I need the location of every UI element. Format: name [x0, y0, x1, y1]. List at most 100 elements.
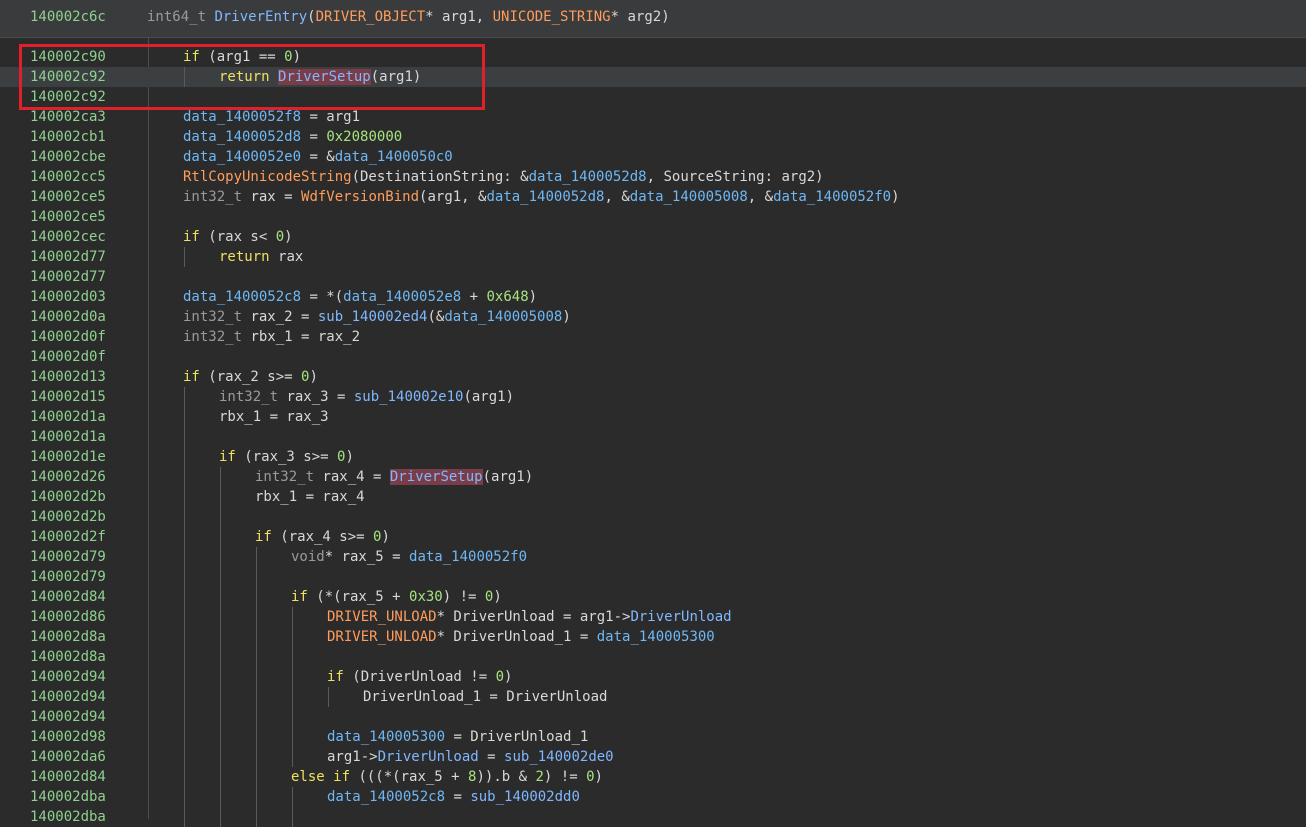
- line-address[interactable]: 140002cc5: [30, 167, 106, 187]
- code-token[interactable]: DriverSetup: [278, 69, 371, 85]
- line-address[interactable]: 140002d84: [30, 587, 106, 607]
- code-line[interactable]: 140002d2b: [0, 507, 1306, 527]
- code-line[interactable]: 140002d2f if (rax_4 s>= 0): [0, 527, 1306, 547]
- code-line[interactable]: 140002cc5 RtlCopyUnicodeString(Destinatio…: [0, 167, 1306, 187]
- code-line[interactable]: 140002d2b rbx_1 = rax_4: [0, 487, 1306, 507]
- code-token[interactable]: sub_140002ed4: [318, 309, 428, 325]
- line-address[interactable]: 140002ce5: [30, 187, 106, 207]
- code-line[interactable]: 140002c90 if (arg1 == 0): [0, 47, 1306, 67]
- line-address[interactable]: 140002cbe: [30, 147, 106, 167]
- code-token[interactable]: data_1400052e8: [343, 289, 461, 305]
- line-address[interactable]: 140002d94: [30, 667, 106, 687]
- line-address[interactable]: 140002d0f: [30, 347, 106, 367]
- code-token[interactable]: RtlCopyUnicodeString: [183, 169, 352, 185]
- code-token[interactable]: DRIVER_UNLOAD: [327, 609, 437, 625]
- code-line[interactable]: 140002c92 return DriverSetup(arg1): [0, 67, 1306, 87]
- code-token[interactable]: data_1400052d8: [529, 169, 647, 185]
- code-token[interactable]: data_1400052f0: [409, 549, 527, 565]
- signature-token[interactable]: DriverEntry: [214, 9, 307, 25]
- code-line[interactable]: 140002da6 arg1->DriverUnload = sub_140002…: [0, 747, 1306, 767]
- line-address[interactable]: 140002d98: [30, 727, 106, 747]
- code-token[interactable]: sub_140002dd0: [470, 789, 580, 805]
- line-address[interactable]: 140002d86: [30, 607, 106, 627]
- code-line[interactable]: 140002d1e if (rax_3 s>= 0): [0, 447, 1306, 467]
- code-line[interactable]: 140002d03 data_1400052c8 = *(data_1400052…: [0, 287, 1306, 307]
- code-line[interactable]: 140002d1a: [0, 427, 1306, 447]
- line-address[interactable]: 140002d0f: [30, 327, 106, 347]
- line-address[interactable]: 140002d03: [30, 287, 106, 307]
- line-address[interactable]: 140002dba: [30, 807, 106, 827]
- signature-token[interactable]: DRIVER_OBJECT: [316, 9, 426, 25]
- code-line[interactable]: 140002d77: [0, 267, 1306, 287]
- code-line[interactable]: 140002d77 return rax: [0, 247, 1306, 267]
- code-line[interactable]: 140002d0a int32_t rax_2 = sub_140002ed4(&…: [0, 307, 1306, 327]
- line-address[interactable]: 140002c92: [30, 87, 106, 107]
- code-line[interactable]: 140002d0f int32_t rbx_1 = rax_2: [0, 327, 1306, 347]
- code-line[interactable]: 140002d0f: [0, 347, 1306, 367]
- line-address[interactable]: 140002cec: [30, 227, 106, 247]
- code-line[interactable]: 140002cec if (rax s< 0): [0, 227, 1306, 247]
- line-address[interactable]: 140002d1a: [30, 427, 106, 447]
- code-line[interactable]: 140002d79 void* rax_5 = data_1400052f0: [0, 547, 1306, 567]
- line-address[interactable]: 140002da6: [30, 747, 106, 767]
- code-token[interactable]: data_1400052c8: [183, 289, 301, 305]
- code-line[interactable]: 140002ca3 data_1400052f8 = arg1: [0, 107, 1306, 127]
- code-token[interactable]: data_1400052d8: [183, 129, 301, 145]
- code-token[interactable]: data_1400050c0: [335, 149, 453, 165]
- code-line[interactable]: 140002ce5: [0, 207, 1306, 227]
- line-address[interactable]: 140002d26: [30, 467, 106, 487]
- line-address[interactable]: 140002d8a: [30, 647, 106, 667]
- header-address[interactable]: 140002c6c: [30, 9, 106, 25]
- code-line[interactable]: 140002d94: [0, 707, 1306, 727]
- code-line[interactable]: 140002d8a: [0, 647, 1306, 667]
- code-line[interactable]: 140002d84 if (*(rax_5 + 0x30) != 0): [0, 587, 1306, 607]
- code-line[interactable]: 140002c92: [0, 87, 1306, 107]
- line-address[interactable]: 140002d15: [30, 387, 106, 407]
- line-address[interactable]: 140002d84: [30, 767, 106, 787]
- function-signature[interactable]: int64_t DriverEntry(DRIVER_OBJECT* arg1,…: [147, 9, 670, 25]
- code-line[interactable]: 140002d1a rbx_1 = rax_3: [0, 407, 1306, 427]
- line-address[interactable]: 140002ce5: [30, 207, 106, 227]
- code-line[interactable]: 140002d98 data_140005300 = DriverUnload_1: [0, 727, 1306, 747]
- line-address[interactable]: 140002dba: [30, 787, 106, 807]
- code-line[interactable]: 140002d15 int32_t rax_3 = sub_140002e10(a…: [0, 387, 1306, 407]
- code-line[interactable]: 140002dba: [0, 807, 1306, 827]
- line-address[interactable]: 140002d1a: [30, 407, 106, 427]
- line-address[interactable]: 140002d1e: [30, 447, 106, 467]
- line-address[interactable]: 140002cb1: [30, 127, 106, 147]
- line-address[interactable]: 140002ca3: [30, 107, 106, 127]
- line-address[interactable]: 140002d2b: [30, 507, 106, 527]
- code-token[interactable]: data_140005300: [597, 629, 715, 645]
- code-line[interactable]: 140002d86 DRIVER_UNLOAD* DriverUnload = a…: [0, 607, 1306, 627]
- code-line[interactable]: 140002ce5 int32_t rax = WdfVersionBind(ar…: [0, 187, 1306, 207]
- decompiled-code-view[interactable]: 140002c90 if (arg1 == 0) 140002c92 return D…: [0, 47, 1306, 827]
- code-line[interactable]: 140002d26 int32_t rax_4 = DriverSetup(arg…: [0, 467, 1306, 487]
- code-token[interactable]: sub_140002de0: [504, 749, 614, 765]
- code-line[interactable]: 140002cb1 data_1400052d8 = 0x2080000: [0, 127, 1306, 147]
- code-line[interactable]: 140002d84 else if (((*(rax_5 + 8)).b & 2)…: [0, 767, 1306, 787]
- code-line[interactable]: 140002d94 DriverUnload_1 = DriverUnload: [0, 687, 1306, 707]
- line-address[interactable]: 140002d2f: [30, 527, 106, 547]
- line-address[interactable]: 140002d77: [30, 267, 106, 287]
- code-token[interactable]: data_1400052f0: [773, 189, 891, 205]
- code-token[interactable]: data_1400052e0: [183, 149, 301, 165]
- code-line[interactable]: 140002d13 if (rax_2 s>= 0): [0, 367, 1306, 387]
- code-token[interactable]: DriverUnload: [378, 749, 479, 765]
- code-token[interactable]: DriverUnload: [630, 609, 731, 625]
- code-token[interactable]: data_140005008: [630, 189, 748, 205]
- line-address[interactable]: 140002d8a: [30, 627, 106, 647]
- code-line[interactable]: 140002d79: [0, 567, 1306, 587]
- line-address[interactable]: 140002d79: [30, 547, 106, 567]
- line-address[interactable]: 140002d77: [30, 247, 106, 267]
- code-token[interactable]: sub_140002e10: [354, 389, 464, 405]
- code-line[interactable]: 140002dba data_1400052c8 = sub_140002dd0: [0, 787, 1306, 807]
- code-token[interactable]: data_140005008: [444, 309, 562, 325]
- code-line[interactable]: 140002d8a DRIVER_UNLOAD* DriverUnload_1 =…: [0, 627, 1306, 647]
- code-token[interactable]: DRIVER_UNLOAD: [327, 629, 437, 645]
- line-address[interactable]: 140002d94: [30, 687, 106, 707]
- line-address[interactable]: 140002d94: [30, 707, 106, 727]
- code-token[interactable]: data_140005300: [327, 729, 445, 745]
- code-line[interactable]: 140002cbe data_1400052e0 = &data_1400050c…: [0, 147, 1306, 167]
- code-token[interactable]: DriverSetup: [389, 469, 483, 485]
- code-token[interactable]: data_1400052f8: [183, 109, 301, 125]
